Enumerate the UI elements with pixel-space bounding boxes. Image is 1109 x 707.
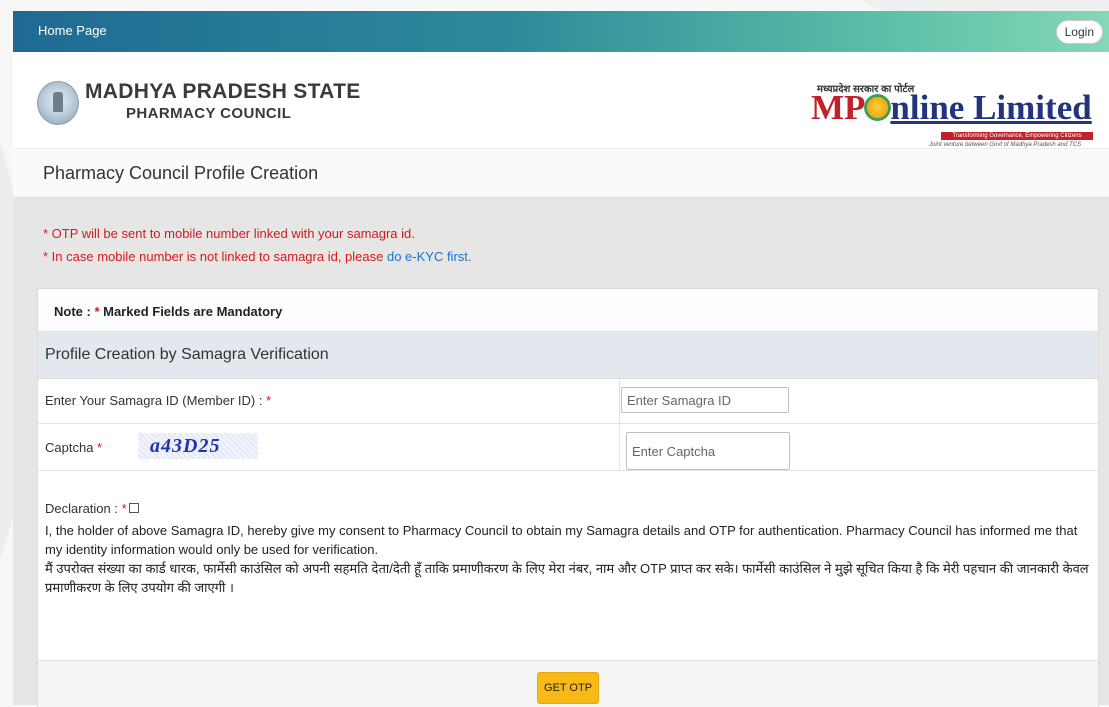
mandatory-note-text: Note : * Marked Fields are Mandatory	[54, 304, 282, 319]
mponline-logo: MP nline Limited	[811, 88, 1092, 128]
column-divider	[619, 424, 620, 470]
ekyc-notice-text: * In case mobile number is not linked to…	[43, 249, 387, 264]
top-nav: Home Page Login	[13, 11, 1109, 52]
samagra-required-mark: *	[266, 393, 272, 408]
captcha-row: Captcha * a43D25	[38, 424, 1098, 471]
submit-row: GET OTP	[38, 660, 1098, 707]
declaration-text-hindi: मैं उपरोक्त संख्या का कार्ड धारक, फार्मे…	[45, 561, 1089, 595]
otp-notice: * OTP will be sent to mobile number link…	[43, 226, 415, 241]
column-divider	[619, 379, 620, 423]
ekyc-link[interactable]: do e-KYC first	[387, 249, 468, 264]
page-title: Pharmacy Council Profile Creation	[43, 163, 319, 183]
page-title-bar: Pharmacy Council Profile Creation	[13, 148, 1109, 198]
captcha-label-text: Captcha	[45, 440, 98, 455]
declaration-label: Declaration : *	[45, 501, 139, 516]
mponline-gear-icon	[864, 94, 892, 121]
declaration-text-english: I, the holder of above Samagra ID, hereb…	[45, 523, 1078, 557]
note-prefix: Note :	[54, 304, 95, 319]
mandatory-note: Note : * Marked Fields are Mandatory	[38, 289, 1098, 332]
samagra-label: Enter Your Samagra ID (Member ID) : *	[45, 393, 271, 408]
declaration-checkbox[interactable]	[128, 503, 139, 513]
page-frame: Home Page Login MADHYA PRADESH STATE PHA…	[13, 11, 1109, 707]
get-otp-button[interactable]: GET OTP	[537, 672, 599, 704]
mponline-logo-prefix: MP	[811, 88, 866, 127]
captcha-text: a43D25	[150, 435, 221, 457]
declaration-required-mark: *	[121, 501, 127, 516]
section-title: Profile Creation by Samagra Verification	[45, 346, 329, 363]
samagra-label-text: Enter Your Samagra ID (Member ID) :	[45, 393, 267, 408]
captcha-image: a43D25	[138, 433, 258, 459]
home-page-link[interactable]: Home Page	[38, 23, 107, 38]
samagra-form: Note : * Marked Fields are Mandatory Pro…	[37, 288, 1099, 707]
mponline-band: Transforming Governance, Empowering Citi…	[941, 132, 1093, 140]
state-emblem-logo	[37, 81, 79, 125]
council-name-line1: MADHYA PRADESH STATE	[85, 80, 361, 103]
section-header: Profile Creation by Samagra Verification	[38, 332, 1098, 379]
samagra-row: Enter Your Samagra ID (Member ID) : *	[38, 379, 1098, 424]
site-header: MADHYA PRADESH STATE PHARMACY COUNCIL मध…	[13, 52, 1109, 148]
captcha-input[interactable]	[626, 432, 790, 470]
note-text: Marked Fields are Mandatory	[99, 304, 283, 319]
captcha-label: Captcha *	[45, 440, 102, 455]
samagra-id-input[interactable]	[621, 387, 789, 413]
ekyc-notice: * In case mobile number is not linked to…	[43, 249, 472, 264]
login-button[interactable]: Login	[1055, 20, 1103, 44]
mponline-logo-suffix: nline Limited	[890, 88, 1092, 127]
captcha-required-mark: *	[97, 440, 103, 455]
ekyc-notice-end: .	[467, 249, 472, 264]
council-name-line2: PHARMACY COUNCIL	[126, 105, 292, 122]
declaration-label-text: Declaration :	[45, 501, 122, 516]
